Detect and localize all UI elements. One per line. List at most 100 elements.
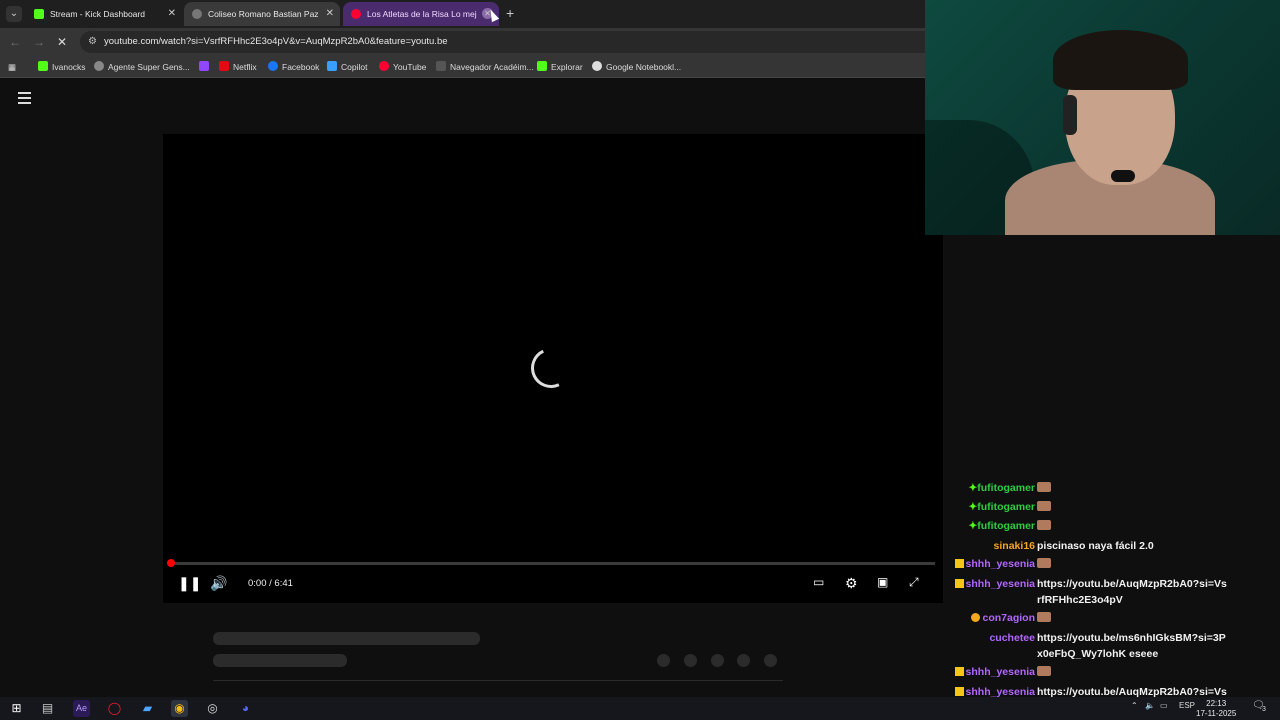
clock-time: 22:13: [1206, 699, 1227, 708]
bookmarks-bar: ▦ Ivanocks Agente Super Gens... Netflix …: [0, 56, 925, 78]
emote-icon: [1037, 666, 1051, 676]
crown-badge-icon: [954, 687, 964, 696]
close-tab-icon[interactable]: ✕: [168, 2, 176, 26]
opera-icon[interactable]: ◯: [106, 700, 123, 717]
settings-gear-icon[interactable]: ⚙: [845, 575, 858, 592]
tab-los-atletas[interactable]: Los Atletas de la Risa Lo mejor ✕: [343, 2, 499, 26]
bookmark-facebook[interactable]: Facebook: [268, 60, 319, 74]
chat-username: fufitogamer: [977, 482, 1035, 494]
chevron-up-icon[interactable]: ⌃: [1131, 701, 1138, 710]
tab-search-button[interactable]: ⌄: [6, 6, 22, 22]
browser-toolbar: ← → ✕ ⚙ youtube.com/watch?si=VsrfRFHhc2E…: [0, 28, 925, 56]
action-skeleton: [764, 654, 777, 667]
hamburger-menu-icon[interactable]: [18, 92, 31, 104]
twitch-icon: [199, 61, 209, 71]
discord-icon[interactable]: ◕: [237, 700, 254, 717]
apps-grid-icon[interactable]: ▦: [8, 60, 16, 74]
recording-app-icon[interactable]: ◎: [204, 700, 221, 717]
tab-title: Los Atletas de la Risa Lo mejor: [367, 9, 477, 19]
system-clock[interactable]: 22:13 17-11-2025: [1196, 699, 1236, 719]
notification-count: 3: [1262, 706, 1266, 713]
fullscreen-button[interactable]: ⤢: [909, 575, 919, 590]
youtube-favicon-icon: [351, 9, 361, 19]
tab-title: Coliseo Romano Bastian Paz Sin: [208, 9, 318, 19]
streamer-hair: [1053, 30, 1188, 90]
chat-username: cuchetee: [989, 632, 1035, 644]
bookmark-notebooklm[interactable]: Google Notebookl...: [592, 60, 681, 74]
theater-mode-button[interactable]: ▣: [877, 575, 888, 589]
chat-text: https://youtu.be/AuqMzpR2bA0?si=VsrfRFHh…: [1037, 578, 1227, 606]
forward-arrow-icon[interactable]: →: [33, 35, 45, 49]
webcam-overlay: [925, 0, 1280, 235]
coin-badge-icon: [971, 613, 981, 622]
language-indicator[interactable]: ESP: [1179, 701, 1195, 710]
bookmark-youtube[interactable]: YouTube: [379, 60, 426, 74]
headset: [1063, 95, 1077, 135]
diamond-badge-icon: ✦: [968, 520, 978, 532]
after-effects-icon[interactable]: Ae: [73, 700, 90, 717]
diamond-badge-icon: ✦: [968, 501, 978, 513]
crown-badge-icon: [954, 667, 964, 676]
clock-date: 17-11-2025: [1196, 709, 1237, 718]
crown-badge-icon: [954, 579, 964, 588]
close-tab-icon[interactable]: ✕: [326, 2, 334, 26]
bookmark-twitch[interactable]: [199, 60, 213, 74]
bookmark-netflix[interactable]: Netflix: [219, 60, 257, 74]
chat-username: sinaki16: [993, 540, 1035, 552]
back-arrow-icon[interactable]: ←: [9, 35, 21, 49]
site-info-icon[interactable]: ⚙: [88, 36, 97, 47]
netflix-icon: [219, 61, 229, 71]
bookmark-navegador[interactable]: Navegador Acadéim...: [436, 60, 534, 74]
time-display: 0:00 / 6:41: [248, 578, 293, 589]
divider: [213, 680, 783, 681]
action-skeleton: [711, 654, 724, 667]
facebook-icon: [268, 61, 278, 71]
emote-icon: [1037, 612, 1051, 622]
video-player[interactable]: ❚❚ 🔊 0:00 / 6:41 ▭ ⚙ ▣ ⤢: [163, 134, 943, 603]
loading-spinner-icon: [525, 342, 577, 394]
chat-text: piscinaso naya fácil 2.0: [1037, 540, 1154, 552]
tab-title: Stream - Kick Dashboard: [50, 9, 145, 19]
network-icon[interactable]: ▭: [1160, 701, 1168, 710]
bookmark-agente[interactable]: Agente Super Gens...: [94, 60, 190, 74]
action-skeleton: [657, 654, 670, 667]
tab-strip: ⌄ Stream - Kick Dashboard ✕ Coliseo Roma…: [0, 0, 925, 28]
chat-overlay: ✦fufitogamer ✦fufitogamer ✦fufitogamer s…: [943, 235, 1280, 714]
bookmark-copilot[interactable]: Copilot: [327, 60, 367, 74]
kick-favicon-icon: [34, 9, 44, 19]
start-windows-icon[interactable]: ⊞: [8, 700, 25, 717]
chat-username: shhh_yesenia: [965, 578, 1035, 590]
stop-loading-icon[interactable]: ✕: [57, 35, 67, 49]
emote-icon: [1037, 482, 1051, 492]
copilot-icon: [327, 61, 337, 71]
url-text: youtube.com/watch?si=VsrfRFHhc2E3o4pV&v=…: [104, 36, 448, 47]
crown-badge-icon: [954, 559, 964, 568]
volume-tray-icon[interactable]: 🔈: [1145, 701, 1155, 710]
microphone: [1111, 170, 1135, 182]
chat-username: fufitogamer: [977, 520, 1035, 532]
globe-icon: [94, 61, 104, 71]
tab-kick-dashboard[interactable]: Stream - Kick Dashboard ✕: [26, 2, 182, 26]
emote-icon: [1037, 520, 1051, 530]
kick-icon: [38, 61, 48, 71]
chat-username: con7agion: [982, 612, 1035, 624]
loading-favicon-icon: [192, 9, 202, 19]
task-view-icon[interactable]: ▤: [39, 700, 56, 717]
address-bar[interactable]: ⚙ youtube.com/watch?si=VsrfRFHhc2E3o4pV&…: [80, 31, 925, 53]
app-icon[interactable]: ▰: [139, 700, 156, 717]
bookmark-ivanocks[interactable]: Ivanocks: [38, 60, 86, 74]
chat-text: https://youtu.be/ms6nhIGksBM?si=3Px0eFbQ…: [1037, 632, 1226, 660]
volume-button[interactable]: 🔊: [210, 575, 227, 592]
bookmark-explorar[interactable]: Explorar: [537, 60, 583, 74]
scrubber-handle[interactable]: [167, 559, 175, 567]
progress-bar[interactable]: [171, 562, 935, 565]
scholar-icon: [436, 61, 446, 71]
action-skeleton: [737, 654, 750, 667]
tab-coliseo-romano[interactable]: Coliseo Romano Bastian Paz Sin ✕: [184, 2, 340, 26]
chrome-icon[interactable]: ◉: [171, 700, 188, 717]
new-tab-button[interactable]: +: [506, 5, 514, 21]
chat-username: shhh_yesenia: [965, 558, 1035, 570]
subtitles-button[interactable]: ▭: [813, 575, 824, 589]
notebooklm-icon: [592, 61, 602, 71]
pause-button[interactable]: ❚❚: [178, 575, 201, 592]
